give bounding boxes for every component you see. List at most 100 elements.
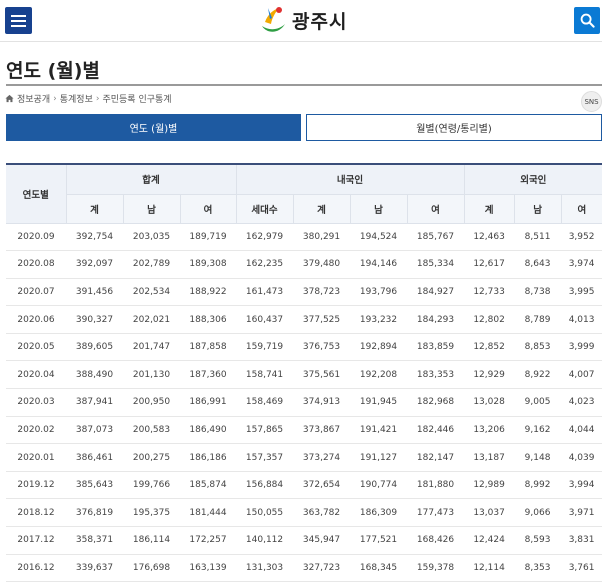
table-cell: 168,426 [407, 526, 465, 555]
table-row: 2020.03 387,941 200,950 186,991 158,469 374,9… [6, 388, 602, 417]
table-row: 2020.01 386,461 200,275 186,186 157,357 373,2… [6, 443, 602, 472]
table-cell: 203,035 [123, 223, 180, 252]
chevron-right-icon: › [53, 93, 57, 104]
table-cell: 373,867 [293, 416, 351, 445]
table-cell: 190,774 [350, 471, 408, 500]
row-date-cell: 2016.12 [6, 554, 66, 583]
table-cell: 385,643 [66, 471, 123, 500]
sns-share-button[interactable]: SNS [581, 91, 602, 112]
table-cell: 9,066 [514, 498, 562, 528]
table-cell: 9,162 [514, 416, 562, 445]
table-cell: 4,044 [561, 416, 602, 445]
table-cell: 191,127 [350, 443, 408, 472]
breadcrumb-item[interactable]: 통계정보 [60, 92, 93, 105]
group-header-total: 합계 [65, 165, 237, 195]
row-date-cell: 2020.09 [6, 223, 66, 252]
table-cell: 12,463 [464, 223, 515, 252]
table-cell: 181,880 [407, 471, 465, 500]
table-cell: 184,293 [407, 305, 465, 334]
table-row: 2017.12 358,371 186,114 172,257 140,112 345,9… [6, 526, 602, 555]
table-cell: 339,637 [66, 554, 123, 583]
table-cell: 161,473 [236, 278, 294, 307]
breadcrumb-item[interactable]: 주민등록 인구통계 [102, 92, 171, 105]
logo-text: 광주시 [292, 10, 348, 33]
table-cell: 185,334 [407, 250, 465, 279]
table-cell: 375,561 [293, 360, 351, 390]
table-cell: 345,947 [293, 526, 351, 555]
table-cell: 191,945 [350, 388, 408, 417]
table-cell: 160,437 [236, 305, 294, 334]
table-cell: 3,994 [561, 471, 602, 500]
table-cell: 4,007 [561, 360, 602, 390]
tab-monthly-age-district[interactable]: 월별(연령/통리별) [306, 114, 602, 141]
table-cell: 8,593 [514, 526, 562, 555]
row-date-cell: 2020.02 [6, 416, 66, 445]
row-date-cell: 2020.01 [6, 443, 66, 472]
table-row: 2020.04 388,490 201,130 187,360 158,741 375,5… [6, 360, 602, 390]
table-cell: 3,952 [561, 223, 602, 252]
table-cell: 200,950 [123, 388, 180, 417]
search-icon[interactable] [574, 7, 600, 34]
table-cell: 12,114 [464, 554, 515, 583]
table-cell: 376,753 [293, 333, 351, 362]
column-header: 여 [179, 194, 237, 224]
group-header-citizens: 내국인 [235, 165, 465, 195]
table-cell: 4,013 [561, 305, 602, 334]
menu-bar [11, 14, 26, 17]
table-cell: 12,802 [464, 305, 515, 334]
table-cell: 358,371 [66, 526, 123, 555]
column-header: 계 [463, 194, 515, 224]
table-cell: 202,789 [123, 250, 180, 279]
table-cell: 131,303 [236, 554, 294, 583]
table-cell: 8,789 [514, 305, 562, 334]
table-cell: 376,819 [66, 498, 123, 528]
tab-yearly-monthly[interactable]: 연도 (월)별 [6, 114, 301, 141]
table-cell: 157,865 [236, 416, 294, 445]
city-emblem-icon [262, 7, 285, 32]
table-cell: 8,353 [514, 554, 562, 583]
home-icon[interactable] [5, 94, 14, 103]
table-cell: 3,999 [561, 333, 602, 362]
menu-bar [11, 19, 26, 22]
table-cell: 162,979 [236, 223, 294, 252]
table-cell: 193,796 [350, 278, 408, 307]
table-cell: 185,874 [180, 471, 237, 500]
table-cell: 201,130 [123, 360, 180, 390]
table-cell: 391,456 [66, 278, 123, 307]
table-cell: 176,698 [123, 554, 180, 583]
row-date-cell: 2020.08 [6, 250, 66, 279]
table-cell: 163,139 [180, 554, 237, 583]
table-cell: 8,853 [514, 333, 562, 362]
table-cell: 387,073 [66, 416, 123, 445]
site-logo[interactable]: 광주시 [259, 3, 347, 37]
hamburger-menu-icon[interactable] [5, 7, 32, 34]
row-date-cell: 2017.12 [6, 526, 66, 555]
table-cell: 3,761 [561, 554, 602, 583]
column-header: 계 [292, 194, 351, 224]
table-cell: 12,852 [464, 333, 515, 362]
table-cell: 377,525 [293, 305, 351, 334]
table-cell: 200,583 [123, 416, 180, 445]
table-cell: 8,922 [514, 360, 562, 390]
table-cell: 199,766 [123, 471, 180, 500]
table-cell: 389,605 [66, 333, 123, 362]
row-date-cell: 2018.12 [6, 498, 66, 528]
table-cell: 159,719 [236, 333, 294, 362]
table-row: 2020.09 392,754 203,035 189,719 162,979 380,2… [6, 223, 602, 252]
table-row: 2019.12 385,643 199,766 185,874 156,884 372,6… [6, 471, 602, 500]
breadcrumb-item[interactable]: 정보공개 [17, 92, 50, 105]
page-title: 연도 (월)별 [6, 60, 100, 82]
table-cell: 373,274 [293, 443, 351, 472]
table-cell: 9,005 [514, 388, 562, 417]
table-row: 2020.02 387,073 200,583 186,490 157,865 373,8… [6, 416, 602, 445]
table-cell: 13,206 [464, 416, 515, 445]
table-cell: 387,941 [66, 388, 123, 417]
table-cell: 162,235 [236, 250, 294, 279]
table-cell: 12,424 [464, 526, 515, 555]
magnifier-glyph [580, 13, 595, 28]
group-header-foreigners: 외국인 [463, 165, 602, 195]
table-cell: 195,375 [123, 498, 180, 528]
table-cell: 150,055 [236, 498, 294, 528]
table-cell: 392,097 [66, 250, 123, 279]
table-cell: 182,147 [407, 443, 465, 472]
